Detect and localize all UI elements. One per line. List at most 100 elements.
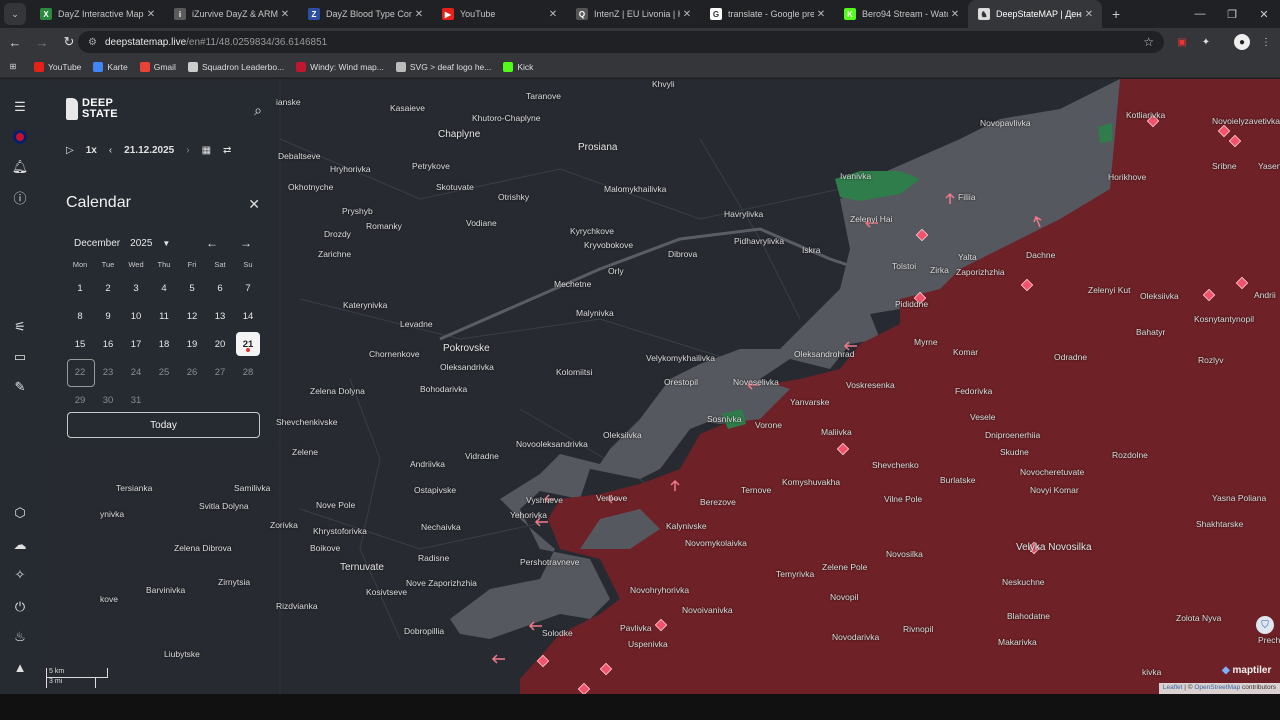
speed-toggle[interactable]: 1x <box>86 145 97 156</box>
calendar-day[interactable]: 9 <box>94 302 122 330</box>
close-window-icon[interactable]: ✕ <box>1248 0 1280 28</box>
tab-close-icon[interactable]: ✕ <box>412 9 426 20</box>
shield-icon[interactable]: ⛉ <box>1256 616 1274 634</box>
calendar-day[interactable]: 11 <box>150 302 178 330</box>
bookmark-item[interactable]: Karte <box>93 61 128 72</box>
filters-icon[interactable]: ⚟ <box>10 317 30 337</box>
calendar-day[interactable]: 4 <box>150 274 178 302</box>
calendar-day[interactable]: 1 <box>66 274 94 302</box>
address-bar[interactable]: ⚙ deepstatemap.live/en#11/48.0259834/36.… <box>78 31 1164 53</box>
compare-icon[interactable]: ⇄ <box>223 145 231 156</box>
bookmark-item[interactable]: Windy: Wind map... <box>296 61 384 72</box>
today-button[interactable]: Today <box>67 412 260 438</box>
calendar-day-selected[interactable]: 21 <box>234 330 262 358</box>
satellite-icon[interactable]: ✧ <box>10 565 30 585</box>
calendar-day[interactable]: 14 <box>234 302 262 330</box>
site-info-icon[interactable]: ⚙ <box>88 37 97 48</box>
browser-tab[interactable]: ▶ YouTube ✕ <box>432 0 566 28</box>
month-year-select[interactable]: December 2025 ▼ <box>74 238 180 249</box>
triangle-layers-icon[interactable]: ▲ <box>10 657 30 677</box>
leaflet-link[interactable]: Leaflet <box>1163 684 1183 691</box>
calendar-day[interactable]: 19 <box>178 330 206 358</box>
play-icon[interactable]: ▷ <box>66 145 74 156</box>
next-day-icon[interactable]: › <box>186 145 189 156</box>
draw-icon[interactable]: ✎ <box>10 377 30 397</box>
prev-month-icon[interactable]: ← <box>206 236 218 250</box>
next-month-icon[interactable]: → <box>240 236 252 250</box>
place-label: Novomykolaivka <box>685 538 747 548</box>
ruler-icon[interactable]: ▭ <box>10 347 30 367</box>
minimize-icon[interactable]: — <box>1184 0 1216 28</box>
power-plant-icon[interactable]: ⏻ <box>10 597 30 617</box>
extension-icon[interactable]: ▣ <box>1174 34 1190 50</box>
calendar-day[interactable]: 13 <box>206 302 234 330</box>
tab-close-icon[interactable]: ✕ <box>948 9 962 20</box>
layers-icon[interactable]: ⬡ <box>10 503 30 523</box>
calendar-day[interactable]: 12 <box>178 302 206 330</box>
osm-link[interactable]: OpenStreetMap <box>1194 684 1240 691</box>
calendar-day[interactable]: 17 <box>122 330 150 358</box>
calendar-icon[interactable]: ▦ <box>202 145 211 156</box>
calendar-day[interactable]: 20 <box>206 330 234 358</box>
bookmark-item[interactable]: Squadron Leaderbo... <box>187 61 284 72</box>
close-icon[interactable]: ✕ <box>248 196 260 213</box>
browser-tab[interactable]: Gtranslate - Google pretra✕ <box>700 0 834 28</box>
calendar-day[interactable]: 8 <box>66 302 94 330</box>
tab-close-icon[interactable]: ✕ <box>814 9 828 20</box>
calendar-day[interactable]: 7 <box>234 274 262 302</box>
calendar-day[interactable]: 2 <box>94 274 122 302</box>
calendar-day[interactable]: 16 <box>94 330 122 358</box>
chevron-down-icon: ▼ <box>162 239 171 248</box>
tab-close-icon[interactable]: ✕ <box>278 9 292 20</box>
logo-text-state: STATE <box>82 108 118 120</box>
bookmark-item[interactable]: Gmail <box>139 61 176 72</box>
calendar-day[interactable]: 22 <box>66 358 95 387</box>
forward-button[interactable]: → <box>30 30 54 54</box>
calendar-day[interactable]: 15 <box>66 330 94 358</box>
restore-icon[interactable]: ❐ <box>1216 0 1248 28</box>
new-tab-button[interactable]: + <box>1102 6 1130 22</box>
maptiler-logo[interactable]: ◆ maptiler <box>1222 665 1271 676</box>
place-label: Novopil <box>830 592 859 602</box>
profile-avatar[interactable]: ● <box>1234 34 1250 50</box>
bookmark-item[interactable]: Kick <box>503 61 533 72</box>
deepstate-logo[interactable]: DEEP STATE <box>66 98 118 120</box>
calendar-day[interactable]: 10 <box>122 302 150 330</box>
menu-icon[interactable]: ☰ <box>10 97 30 117</box>
search-icon[interactable]: ⌕ <box>254 102 262 119</box>
browser-tab[interactable]: i iZurvive DayZ & ARMA M✕ <box>164 0 298 28</box>
bookmark-item[interactable]: SVG > deaf logo he... <box>395 61 491 72</box>
tab-close-icon[interactable]: ✕ <box>144 9 158 20</box>
apps-grid-icon[interactable]: ⊞ <box>8 62 22 72</box>
back-button[interactable]: ← <box>3 30 27 54</box>
calendar-day[interactable]: 3 <box>122 274 150 302</box>
chrome-menu-icon[interactable]: ⋮ <box>1258 34 1274 50</box>
browser-tab[interactable]: X DayZ Interactive Map | L✕ <box>30 0 164 28</box>
notifications-bell-icon[interactable]: 🔔︎ <box>10 157 30 177</box>
browser-tab[interactable]: ♞ DeepStateMAP | День 1✕ <box>968 0 1102 28</box>
current-date[interactable]: 21.12.2025 <box>124 145 174 156</box>
place-label: Vesele <box>970 412 996 422</box>
browser-tab[interactable]: K Bero94 Stream - Watch L✕ <box>834 0 968 28</box>
fire-icon[interactable]: ♨ <box>10 627 30 647</box>
browser-tab[interactable]: Q IntenZ | EU Livonia | Han✕ <box>566 0 700 28</box>
browser-tab[interactable]: Z DayZ Blood Type Compa✕ <box>298 0 432 28</box>
cloud-icon[interactable]: ☁ <box>10 535 30 555</box>
prev-day-icon[interactable]: ‹ <box>109 145 112 156</box>
tab-favicon-icon: Q <box>576 8 588 20</box>
bookmark-item[interactable]: YouTube <box>34 61 81 72</box>
calendar-day[interactable]: 5 <box>178 274 206 302</box>
place-label: Myrne <box>914 337 938 347</box>
extensions-puzzle-icon[interactable]: ✦ <box>1198 34 1214 50</box>
tab-close-icon[interactable]: ✕ <box>680 9 694 20</box>
tab-search-button[interactable]: ⌄ <box>4 3 26 25</box>
language-flag-icon[interactable] <box>10 127 30 147</box>
calendar-day[interactable]: 6 <box>206 274 234 302</box>
tab-favicon-icon: i <box>174 8 186 20</box>
tab-title: IntenZ | EU Livonia | Han <box>594 9 680 19</box>
tab-close-icon[interactable]: ✕ <box>1082 9 1096 20</box>
info-icon[interactable]: ⓘ <box>10 187 30 207</box>
bookmark-star-icon[interactable]: ☆ <box>1143 35 1154 49</box>
tab-close-icon[interactable]: ✕ <box>546 9 560 20</box>
calendar-day[interactable]: 18 <box>150 330 178 358</box>
